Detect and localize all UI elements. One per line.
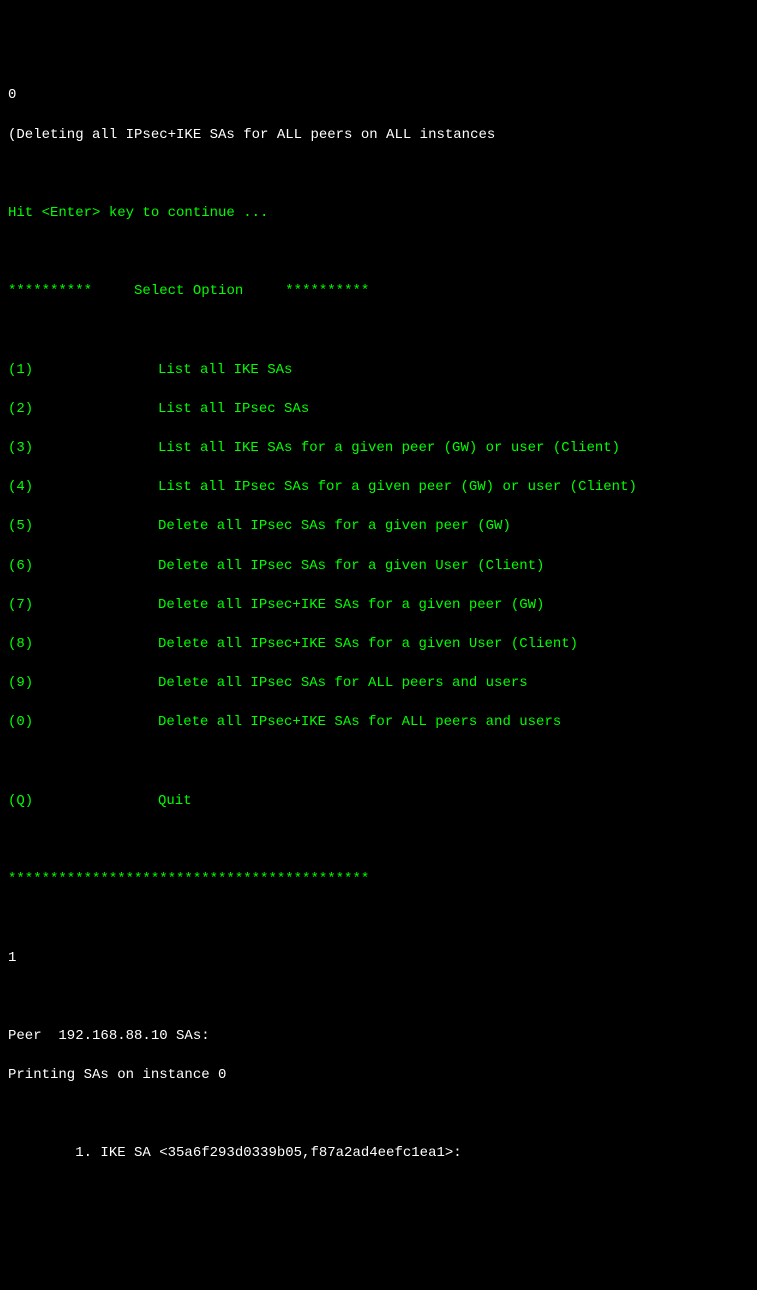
menu-option-3[interactable]: (3)List all IKE SAs for a given peer (GW… xyxy=(8,439,749,459)
menu-header-title: Select Option xyxy=(134,283,243,299)
menu-option-7[interactable]: (7)Delete all IPsec+IKE SAs for a given … xyxy=(8,596,749,616)
menu-num: (5) xyxy=(8,517,158,537)
hit-enter-prompt: Hit <Enter> key to continue ... xyxy=(8,204,749,224)
menu-label: Delete all IPsec+IKE SAs for a given pee… xyxy=(158,597,544,613)
menu-label: Delete all IPsec SAs for ALL peers and u… xyxy=(158,675,528,691)
blank-line xyxy=(8,165,749,185)
menu-header: ********** Select Option ********** xyxy=(8,282,749,302)
menu-option-2[interactable]: (2)List all IPsec SAs xyxy=(8,400,749,420)
menu-num: (0) xyxy=(8,713,158,733)
menu-label: Quit xyxy=(158,793,192,809)
menu-num: (9) xyxy=(8,674,158,694)
menu-header-stars-left: ********** xyxy=(8,283,92,299)
peer-info: Peer 192.168.88.10 SAs: xyxy=(8,1027,749,1047)
footer-stars: ****************************************… xyxy=(8,870,749,890)
blank-line xyxy=(8,322,749,342)
blank-line xyxy=(8,1184,749,1204)
menu-num: (6) xyxy=(8,557,158,577)
menu-label: Delete all IPsec SAs for a given peer (G… xyxy=(158,518,511,534)
menu-num: (4) xyxy=(8,478,158,498)
blank-line xyxy=(8,1262,749,1282)
blank-line xyxy=(8,831,749,851)
menu-label: List all IPsec SAs xyxy=(158,401,309,417)
menu-option-quit[interactable]: (Q)Quit xyxy=(8,792,749,812)
menu-header-stars-right: ********** xyxy=(285,283,369,299)
user-input: 1 xyxy=(8,949,749,969)
blank-line xyxy=(8,909,749,929)
menu-num: (7) xyxy=(8,596,158,616)
menu-label: Delete all IPsec+IKE SAs for a given Use… xyxy=(158,636,578,652)
blank-line xyxy=(8,988,749,1008)
blank-line xyxy=(8,243,749,263)
menu-option-4[interactable]: (4)List all IPsec SAs for a given peer (… xyxy=(8,478,749,498)
menu-option-1[interactable]: (1)List all IKE SAs xyxy=(8,361,749,381)
blank-line xyxy=(8,753,749,773)
menu-num: (Q) xyxy=(8,792,158,812)
menu-label: List all IPsec SAs for a given peer (GW)… xyxy=(158,479,637,495)
menu-label: Delete all IPsec SAs for a given User (C… xyxy=(158,558,544,574)
menu-num: (3) xyxy=(8,439,158,459)
menu-option-6[interactable]: (6)Delete all IPsec SAs for a given User… xyxy=(8,557,749,577)
ike-sa-entry: 1. IKE SA <35a6f293d0339b05,f87a2ad4eefc… xyxy=(8,1144,749,1164)
menu-option-5[interactable]: (5)Delete all IPsec SAs for a given peer… xyxy=(8,517,749,537)
input-value: 0 xyxy=(8,86,749,106)
menu-num: (2) xyxy=(8,400,158,420)
blank-line xyxy=(8,1105,749,1125)
menu-label: List all IKE SAs for a given peer (GW) o… xyxy=(158,440,620,456)
menu-option-9[interactable]: (9)Delete all IPsec SAs for ALL peers an… xyxy=(8,674,749,694)
blank-line xyxy=(8,1223,749,1243)
menu-option-0[interactable]: (0)Delete all IPsec+IKE SAs for ALL peer… xyxy=(8,713,749,733)
menu-num: (1) xyxy=(8,361,158,381)
printing-info: Printing SAs on instance 0 xyxy=(8,1066,749,1086)
menu-label: Delete all IPsec+IKE SAs for ALL peers a… xyxy=(158,714,561,730)
menu-label: List all IKE SAs xyxy=(158,362,292,378)
deleting-message: (Deleting all IPsec+IKE SAs for ALL peer… xyxy=(8,126,749,146)
